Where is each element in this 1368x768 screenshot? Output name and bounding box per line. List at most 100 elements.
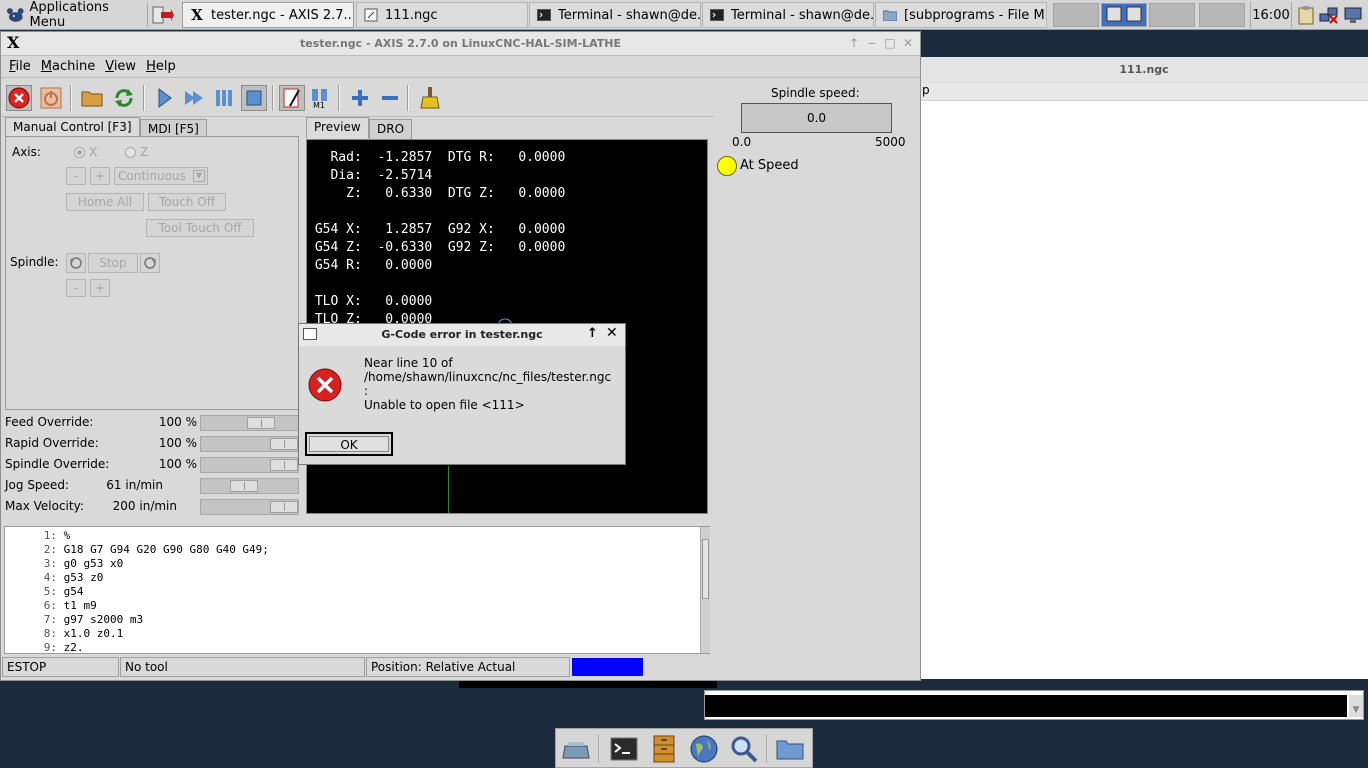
jog-increment-select[interactable]: Continuous ▼ <box>114 167 208 185</box>
clipboard-icon[interactable] <box>1296 5 1316 25</box>
feed-override-slider[interactable] <box>200 415 299 431</box>
scrollbar-thumb[interactable] <box>702 539 709 599</box>
terminal-launcher-icon[interactable] <box>610 735 638 763</box>
gcode-line[interactable]: 2: G18 G7 G94 G20 G90 G80 G40 G49; <box>5 543 269 557</box>
menu-help[interactable]: Help <box>141 59 181 74</box>
axis-titlebar[interactable]: tester.ngc - AXIS 2.7.0 on LinuxCNC-HAL-… <box>1 32 920 56</box>
web-browser-icon[interactable] <box>690 735 718 763</box>
jog-speed-slider[interactable] <box>200 478 299 494</box>
x-window-icon[interactable]: X <box>7 35 23 51</box>
logout-icon[interactable] <box>150 4 174 26</box>
spindle-stop-button[interactable]: Stop <box>88 253 138 273</box>
shade-button[interactable]: ↑ <box>587 326 598 341</box>
gcode-line[interactable]: 8: x1.0 z0.1 <box>5 627 123 641</box>
close-button[interactable]: ✕ <box>606 325 618 341</box>
rapid-override-slider[interactable] <box>200 436 299 452</box>
menu-file[interactable]: File <box>4 59 36 74</box>
slider-thumb[interactable] <box>230 480 258 492</box>
task-file-manager[interactable]: [subprograms - File M... <box>875 2 1047 28</box>
spindle-override-slider[interactable] <box>200 457 299 473</box>
dialog-title[interactable]: G-Code error in tester.ngc <box>299 324 625 346</box>
workspace-3[interactable] <box>1149 3 1195 27</box>
gcode-listing[interactable]: 1: % 2: G18 G7 G94 G20 G90 G80 G40 G49; … <box>4 526 710 654</box>
background-window-menu-strip: p <box>920 83 1368 101</box>
task-terminal-1[interactable]: Terminal - shawn@de... <box>529 2 701 28</box>
search-icon[interactable] <box>730 735 758 763</box>
jog-plus-button[interactable]: + <box>90 167 110 185</box>
task-111-ngc[interactable]: 111.ngc <box>356 2 528 28</box>
menu-machine[interactable]: Machine <box>36 59 100 74</box>
slider-thumb[interactable] <box>270 459 298 471</box>
pause-button[interactable] <box>211 85 237 111</box>
workspace-4[interactable] <box>1199 3 1245 27</box>
applications-menu-button[interactable]: Applications Menu <box>2 0 146 30</box>
tab-dro[interactable]: DRO <box>369 119 413 139</box>
tool-touch-off-button[interactable]: Tool Touch Off <box>146 219 254 237</box>
spindle-slower-button[interactable]: - <box>66 279 86 297</box>
run-button[interactable] <box>151 85 177 111</box>
dro-line: G54 R: 0.0000 <box>307 258 433 273</box>
folder-icon <box>882 7 898 23</box>
dro-line: Dia: -2.5714 <box>307 168 433 183</box>
gcode-scrollbar[interactable] <box>700 527 710 653</box>
task-terminal-2[interactable]: Terminal - shawn@de... <box>702 2 874 28</box>
task-axis[interactable]: X tester.ngc - AXIS 2.7.... <box>182 2 354 28</box>
slider-thumb[interactable] <box>247 417 275 429</box>
slider-thumb[interactable] <box>270 438 298 450</box>
shade-button[interactable]: ↑ <box>846 35 862 51</box>
stop-button[interactable] <box>241 85 267 111</box>
gcode-line[interactable]: 7: g97 s2000 m3 <box>5 613 143 627</box>
spindle-forward-button[interactable] <box>140 253 160 273</box>
open-folder-icon <box>81 91 103 107</box>
gcode-line[interactable]: 1: % <box>5 529 71 543</box>
scroll-down-icon[interactable]: ▼ <box>1349 695 1363 717</box>
max-velocity-slider[interactable] <box>200 499 299 515</box>
maximize-button[interactable]: □ <box>882 35 898 51</box>
tab-preview[interactable]: Preview <box>306 117 369 138</box>
home-all-button[interactable]: Home All <box>66 193 144 211</box>
show-desktop-icon[interactable] <box>562 735 590 763</box>
close-button[interactable]: ✕ <box>900 35 916 51</box>
gcode-line[interactable]: 4: g53 z0 <box>5 571 104 585</box>
jog-minus-button[interactable]: - <box>66 167 86 185</box>
gcode-line[interactable]: 5: g54 <box>5 585 84 599</box>
clock[interactable]: 16:00 <box>1250 2 1292 28</box>
reload-icon <box>115 89 133 107</box>
workspace-1[interactable] <box>1053 3 1099 27</box>
gcode-line[interactable]: 9: z2. <box>5 641 84 655</box>
background-editor-window[interactable] <box>920 57 1368 679</box>
network-disconnected-icon[interactable] <box>1319 5 1339 25</box>
open-file-button[interactable] <box>79 85 105 111</box>
ok-button[interactable]: OK <box>305 432 393 456</box>
play-icon <box>158 88 172 108</box>
block-delete-button[interactable] <box>279 85 305 111</box>
folder-launcher-icon[interactable] <box>776 735 804 763</box>
jog-speed-value: 61 in/min <box>106 478 163 492</box>
display-icon[interactable] <box>1343 5 1363 25</box>
axis-z-radio[interactable]: Z <box>125 145 148 159</box>
estop-button[interactable] <box>6 85 32 111</box>
dro-line: G54 X: 1.2857 G92 X: 0.0000 <box>307 222 566 237</box>
step-button[interactable] <box>181 85 207 111</box>
file-cabinet-icon[interactable] <box>650 735 678 763</box>
tab-manual-control[interactable]: Manual Control [F3] <box>5 117 140 138</box>
gcode-line[interactable]: 3: g0 g53 x0 <box>5 557 123 571</box>
slider-thumb[interactable] <box>270 501 298 513</box>
spindle-reverse-button[interactable] <box>66 253 86 273</box>
minimize-button[interactable]: ‒ <box>864 35 880 51</box>
gcode-line[interactable]: 6: t1 m9 <box>5 599 97 613</box>
spindle-faster-button[interactable]: + <box>90 279 110 297</box>
clear-plot-button[interactable] <box>417 85 443 111</box>
workspace-2[interactable] <box>1101 3 1147 27</box>
optional-stop-button[interactable]: M1 <box>307 85 333 111</box>
menu-view[interactable]: View <box>100 59 141 74</box>
zoom-in-button[interactable] <box>347 85 373 111</box>
machine-power-button[interactable] <box>38 85 64 111</box>
touch-off-button[interactable]: Touch Off <box>148 193 226 211</box>
task-label: 111.ngc <box>385 7 438 23</box>
gcode-error-dialog: G-Code error in tester.ngc ↑ ✕ Near line… <box>298 323 626 465</box>
axis-x-radio[interactable]: X <box>74 145 97 159</box>
window-menu-icon[interactable] <box>303 328 317 340</box>
zoom-out-button[interactable] <box>377 85 403 111</box>
reload-button[interactable] <box>111 85 137 111</box>
